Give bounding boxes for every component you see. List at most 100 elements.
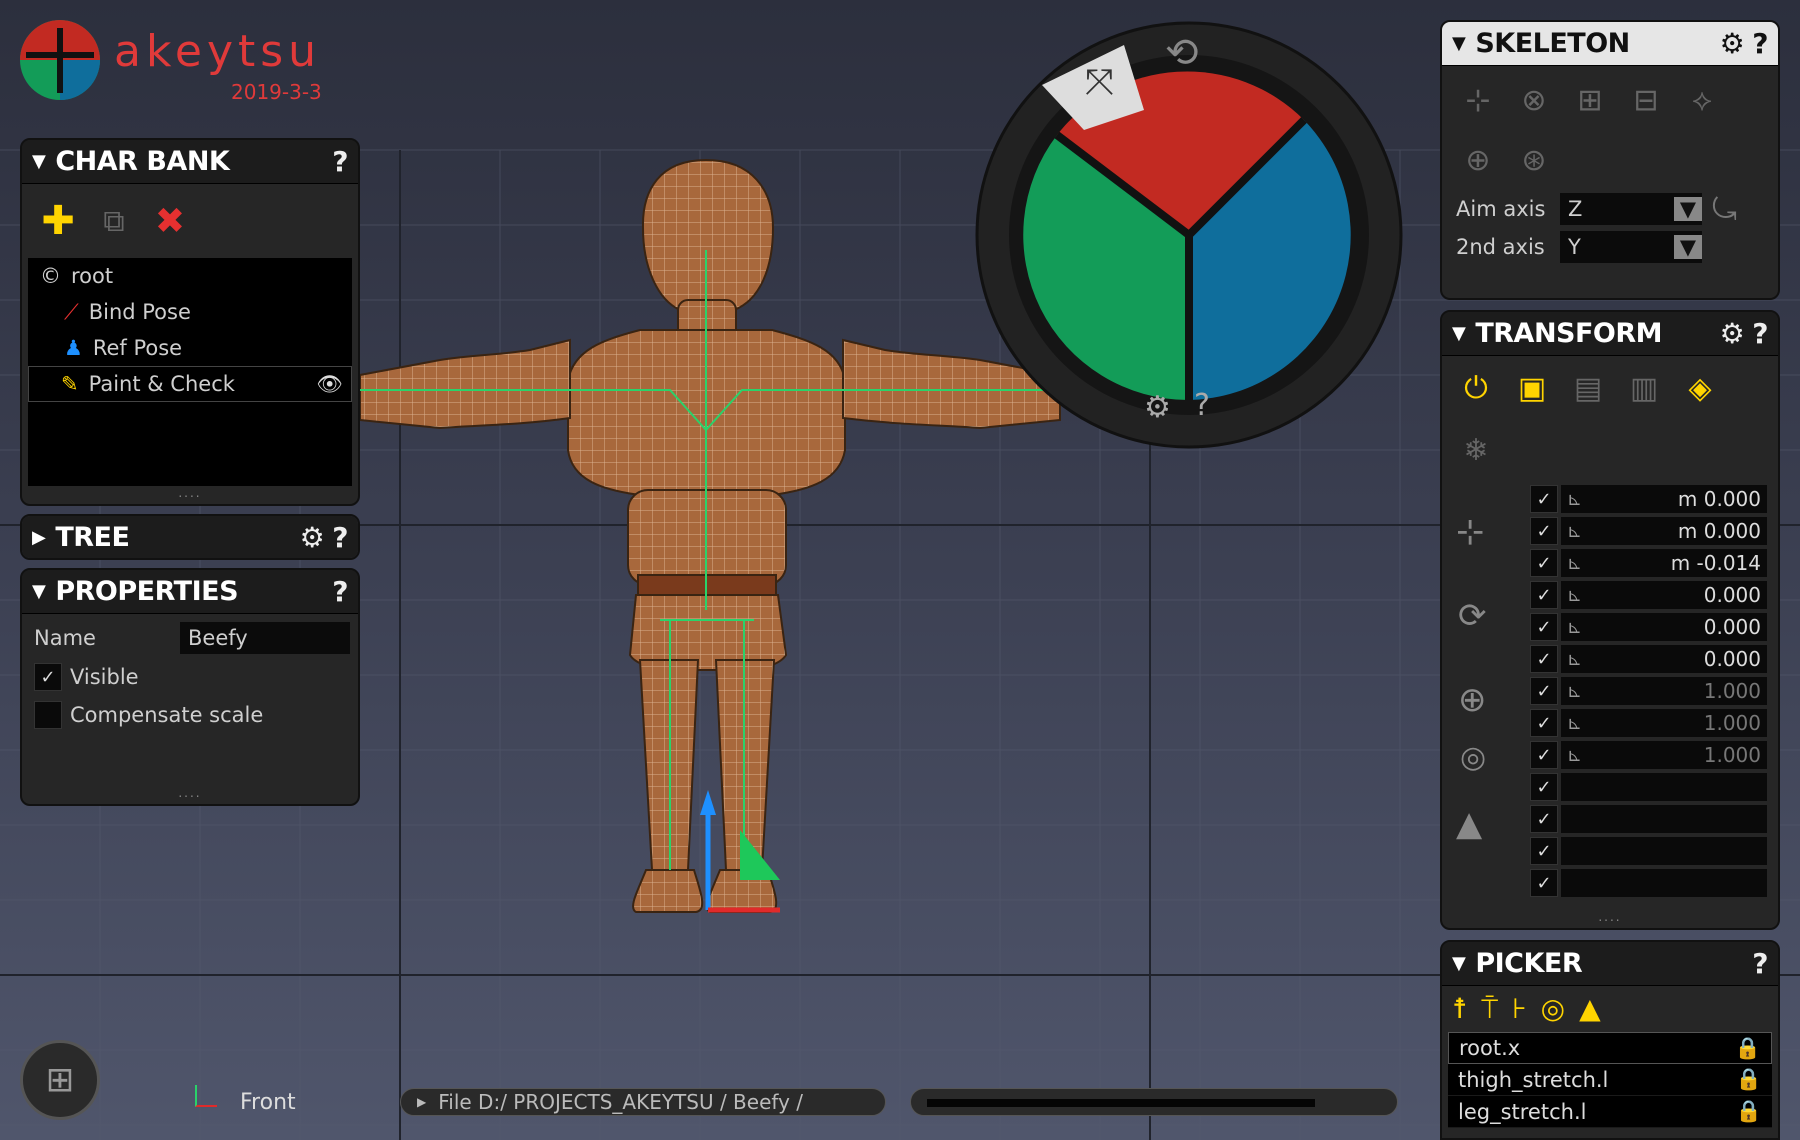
scale-x-value[interactable]: 1.000 <box>1704 679 1761 703</box>
split-joint-icon[interactable]: ⊟ <box>1618 72 1674 128</box>
paste-transform-icon[interactable]: ▤ <box>1560 360 1616 416</box>
empty-field[interactable] <box>1561 805 1767 833</box>
list-item[interactable]: thigh_stretch.l 🔒 <box>1448 1064 1772 1096</box>
freeze-transform-icon[interactable]: ❄ <box>1448 422 1504 478</box>
scale-z-value[interactable]: 1.000 <box>1704 743 1761 767</box>
joint-constraint-icon[interactable]: ⊛ <box>1506 132 1562 188</box>
axis-lock-icon[interactable]: ⊾ <box>1567 521 1582 542</box>
lock-icon[interactable]: 🔒 <box>1736 1067 1762 1092</box>
color-wheel-widget[interactable] <box>974 20 1404 450</box>
help-icon[interactable]: ? <box>332 521 348 554</box>
checkbox[interactable]: ✓ <box>1530 549 1558 577</box>
pick-body-icon[interactable]: ☨ <box>1452 992 1467 1026</box>
empty-field[interactable] <box>1561 837 1767 865</box>
collapse-arrow-icon[interactable]: ▼ <box>32 151 46 172</box>
second-axis-select[interactable]: Y ▼ <box>1560 231 1702 263</box>
insert-joint-icon[interactable]: ⊞ <box>1562 72 1618 128</box>
duplicate-character-icon[interactable]: ⧉ <box>86 193 142 249</box>
axis-lock-icon[interactable]: ⊾ <box>1567 745 1582 766</box>
list-item-bind-pose[interactable]: ⟋ Bind Pose <box>28 294 352 330</box>
help-icon[interactable]: ? <box>1752 947 1768 980</box>
translate-z-value[interactable]: m -0.014 <box>1671 551 1761 575</box>
aim-axis-select[interactable]: Z ▼ <box>1560 193 1702 225</box>
checkbox[interactable]: ✓ <box>1530 869 1558 897</box>
pick-arm-icon[interactable]: ⍑ <box>1481 992 1498 1026</box>
rotate-mode-icon[interactable]: ⟲ <box>1165 30 1199 76</box>
properties-header[interactable]: ▼ PROPERTIES? <box>22 570 358 614</box>
visible-checkbox[interactable]: ✓ <box>34 663 62 691</box>
axis-lock-icon[interactable]: ⊾ <box>1567 713 1582 734</box>
checkbox[interactable]: ✓ <box>1530 805 1558 833</box>
picker-header[interactable]: ▼ PICKER? <box>1442 942 1778 986</box>
checkbox[interactable]: ✓ <box>1530 517 1558 545</box>
file-path-bar[interactable]: ▶ File D:/ PROJECTS_AKEYTSU / Beefy / <box>400 1088 886 1116</box>
list-item[interactable]: root.x 🔒 <box>1448 1032 1772 1064</box>
axis-lock-icon[interactable]: ⊾ <box>1567 681 1582 702</box>
power-toggle-icon[interactable]: ⏻ <box>1448 360 1504 416</box>
joint-orient-icon[interactable]: ⊕ <box>1450 132 1506 188</box>
translate-x-value[interactable]: m 0.000 <box>1678 487 1761 511</box>
empty-field[interactable] <box>1561 773 1767 801</box>
checkbox[interactable]: ✓ <box>1530 485 1558 513</box>
expand-arrow-icon[interactable]: ▶ <box>32 527 46 548</box>
transform-header[interactable]: ▼ TRANSFORM ⚙? <box>1442 312 1778 356</box>
list-item-root[interactable]: © root <box>28 258 352 294</box>
help-icon[interactable]: ? <box>1194 388 1210 423</box>
translate-y-value[interactable]: m 0.000 <box>1678 519 1761 543</box>
create-joint-icon[interactable]: ⊹ <box>1450 72 1506 128</box>
checkbox[interactable]: ✓ <box>1530 773 1558 801</box>
eye-icon[interactable]: 👁 <box>316 372 343 397</box>
gear-icon[interactable]: ⚙ <box>300 521 325 554</box>
axis-lock-icon[interactable]: ⊾ <box>1567 489 1582 510</box>
list-item-paint-check[interactable]: ✎ Paint & Check 👁 <box>28 366 352 402</box>
help-icon[interactable]: ? <box>1752 317 1768 350</box>
help-icon[interactable]: ? <box>332 575 348 608</box>
tree-header[interactable]: ▶ TREE ⚙? <box>22 516 358 558</box>
char-bank-header[interactable]: ▼ CHAR BANK? <box>22 140 358 184</box>
help-icon[interactable]: ? <box>1752 27 1768 60</box>
add-character-icon[interactable]: ✚ <box>30 193 86 249</box>
delete-character-icon[interactable]: ✖ <box>142 193 198 249</box>
checkbox[interactable]: ✓ <box>1530 677 1558 705</box>
collapse-arrow-icon[interactable]: ▼ <box>1452 323 1466 344</box>
axis-lock-icon[interactable]: ⊾ <box>1567 553 1582 574</box>
pick-leg-icon[interactable]: ⊦ <box>1512 992 1527 1026</box>
resize-grip[interactable]: .... <box>22 786 358 800</box>
collapse-arrow-icon[interactable]: ▼ <box>1452 33 1466 54</box>
list-item[interactable]: leg_stretch.l 🔒 <box>1448 1096 1772 1128</box>
lock-icon[interactable]: 🔒 <box>1735 1036 1761 1061</box>
resize-grip[interactable]: .... <box>22 486 358 500</box>
scale-y-value[interactable]: 1.000 <box>1704 711 1761 735</box>
checkbox[interactable]: ✓ <box>1530 613 1558 641</box>
resize-grip[interactable]: .... <box>1442 910 1778 924</box>
checkbox[interactable]: ✓ <box>1530 741 1558 769</box>
delete-joint-icon[interactable]: ⊗ <box>1506 72 1562 128</box>
mirror-joint-icon[interactable]: ⟡ <box>1674 72 1730 128</box>
gear-icon[interactable]: ⚙ <box>1720 27 1745 60</box>
pick-target-icon[interactable]: ◎ <box>1541 992 1565 1026</box>
name-field[interactable]: Beefy <box>180 622 350 654</box>
rotate-z-value[interactable]: 0.000 <box>1704 647 1761 671</box>
orient-joint-icon[interactable]: ⤿ <box>1712 192 1737 227</box>
axis-lock-icon[interactable]: ⊾ <box>1567 649 1582 670</box>
rotate-x-value[interactable]: 0.000 <box>1704 583 1761 607</box>
checkbox[interactable]: ✓ <box>1530 581 1558 609</box>
help-icon[interactable]: ? <box>332 145 348 178</box>
copy-transform-icon[interactable]: ▣ <box>1504 360 1560 416</box>
gear-icon[interactable]: ⚙ <box>1720 317 1745 350</box>
checkbox[interactable]: ✓ <box>1530 837 1558 865</box>
lock-icon[interactable]: 🔒 <box>1736 1099 1762 1124</box>
reset-transform-icon[interactable]: ◈ <box>1672 360 1728 416</box>
translate-mode-icon[interactable]: ⤧ <box>1085 62 1114 104</box>
rotate-y-value[interactable]: 0.000 <box>1704 615 1761 639</box>
empty-field[interactable] <box>1561 869 1767 897</box>
collapse-arrow-icon[interactable]: ▼ <box>1452 953 1466 974</box>
axis-lock-icon[interactable]: ⊾ <box>1567 585 1582 606</box>
checkbox[interactable]: ✓ <box>1530 645 1558 673</box>
collapse-arrow-icon[interactable]: ▼ <box>32 581 46 602</box>
list-item-ref-pose[interactable]: ♟ Ref Pose <box>28 330 352 366</box>
gear-icon[interactable]: ⚙ <box>1144 390 1171 425</box>
layout-toggle-button[interactable]: ⊞ <box>20 1040 100 1120</box>
pick-foot-icon[interactable]: ▲ <box>1579 992 1601 1026</box>
compensate-scale-checkbox[interactable] <box>34 701 62 729</box>
